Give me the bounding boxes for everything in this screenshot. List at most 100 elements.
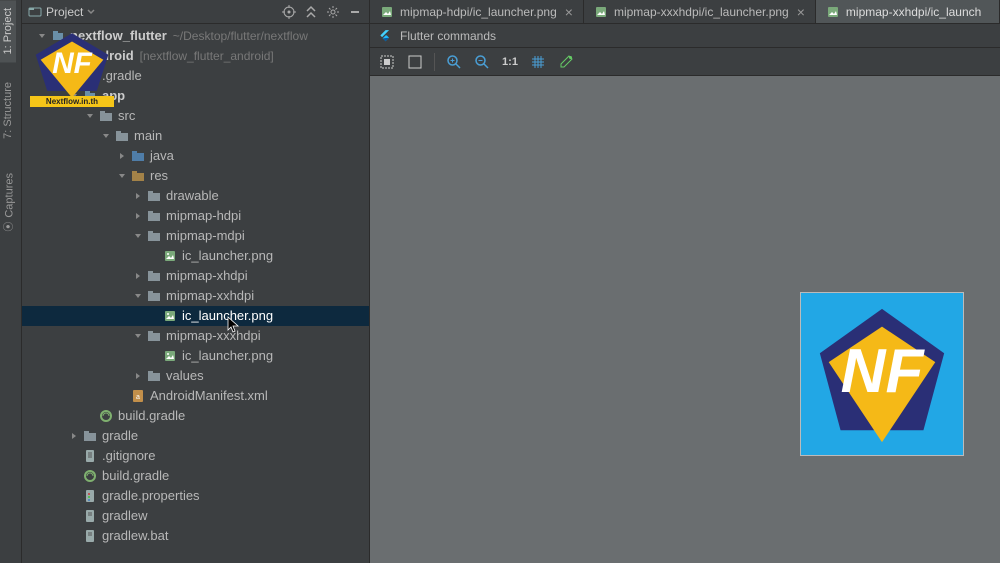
actual-size-icon[interactable]: 1:1 xyxy=(501,53,519,71)
tree-mipmap-xhdpi[interactable]: mipmap-xhdpi xyxy=(22,266,369,286)
structure-tool-tab[interactable]: 7: Structure xyxy=(0,74,16,147)
svg-text:NF: NF xyxy=(52,47,92,80)
tree-file-ic3[interactable]: ic_launcher.png xyxy=(22,346,369,366)
gear-icon[interactable] xyxy=(325,4,341,20)
tree-gradlew[interactable]: gradlew xyxy=(22,506,369,526)
chevron-right-icon xyxy=(132,210,144,222)
tree-gitignore[interactable]: .gitignore xyxy=(22,446,369,466)
tree-mipmap-hdpi[interactable]: mipmap-hdpi xyxy=(22,206,369,226)
tree-label: .gitignore xyxy=(102,446,155,466)
panel-title-text: Project xyxy=(46,5,83,19)
tree-java[interactable]: java xyxy=(22,146,369,166)
watermark-caption: Nextflow.in.th xyxy=(30,96,114,107)
folder-icon xyxy=(146,328,162,344)
tree-mipmap-mdpi[interactable]: mipmap-mdpi xyxy=(22,226,369,246)
chevron-down-icon xyxy=(84,110,96,122)
zoom-in-icon[interactable] xyxy=(445,53,463,71)
grid-icon[interactable] xyxy=(529,53,547,71)
svg-text:a: a xyxy=(136,394,140,401)
tree-gradle-properties[interactable]: gradle.properties xyxy=(22,486,369,506)
chevron-right-icon xyxy=(132,190,144,202)
tree-build-gradle-app[interactable]: build.gradle xyxy=(22,406,369,426)
camera-icon: ⦿ xyxy=(2,222,17,232)
tree-main[interactable]: main xyxy=(22,126,369,146)
tree-label: gradle xyxy=(102,426,138,446)
select-bounds-icon[interactable] xyxy=(378,53,396,71)
tree-label: gradlew xyxy=(102,506,148,526)
gradle-file-icon xyxy=(98,408,114,424)
tree-hint: ~/Desktop/flutter/nextflow xyxy=(173,26,308,46)
tree-values[interactable]: values xyxy=(22,366,369,386)
tree-gradlew-bat[interactable]: gradlew.bat xyxy=(22,526,369,546)
tree-label: drawable xyxy=(166,186,219,206)
tree-label: mipmap-xhdpi xyxy=(166,266,248,286)
resource-folder-icon xyxy=(130,168,146,184)
folder-icon xyxy=(146,368,162,384)
tab-label: mipmap-xxhdpi/ic_launch xyxy=(846,5,981,19)
text-file-icon xyxy=(82,528,98,544)
image-file-icon xyxy=(826,5,840,19)
tool-window-stripe: 1: Project 7: Structure ⦿ Captures xyxy=(0,0,22,563)
text-file-icon xyxy=(82,448,98,464)
captures-tool-tab[interactable]: ⦿ Captures xyxy=(0,165,19,240)
editor-tab-3-active[interactable]: mipmap-xxhdpi/ic_launch xyxy=(816,0,1000,23)
tree-mipmap-xxxhdpi[interactable]: mipmap-xxxhdpi xyxy=(22,326,369,346)
tree-label: mipmap-hdpi xyxy=(166,206,241,226)
tree-manifest[interactable]: a AndroidManifest.xml xyxy=(22,386,369,406)
folder-icon xyxy=(146,208,162,224)
folder-icon xyxy=(82,428,98,444)
folder-icon xyxy=(146,288,162,304)
source-folder-icon xyxy=(130,148,146,164)
gradle-file-icon xyxy=(82,468,98,484)
watermark-logo: NF Nextflow.in.th xyxy=(30,30,114,107)
tree-label: mipmap-xxhdpi xyxy=(166,286,254,306)
tab-label: 7: Structure xyxy=(2,82,14,139)
tree-drawable[interactable]: drawable xyxy=(22,186,369,206)
close-icon[interactable]: × xyxy=(565,5,573,19)
chevron-down-icon xyxy=(132,230,144,242)
select-all-icon[interactable] xyxy=(406,53,424,71)
image-file-icon xyxy=(380,5,394,19)
close-icon[interactable]: × xyxy=(797,5,805,19)
properties-file-icon xyxy=(82,488,98,504)
tree-label: values xyxy=(166,366,204,386)
chevron-right-icon xyxy=(68,430,80,442)
image-file-icon xyxy=(162,248,178,264)
flutter-commands-bar: Flutter commands xyxy=(370,24,1000,48)
tab-label: 1: Project xyxy=(2,8,14,54)
project-panel-header: Project xyxy=(22,0,369,24)
hide-icon[interactable] xyxy=(347,4,363,20)
commands-label: Flutter commands xyxy=(400,29,496,43)
tree-file-ic2-selected[interactable]: ic_launcher.png xyxy=(22,306,369,326)
image-preview: NF xyxy=(800,292,964,456)
collapse-icon[interactable] xyxy=(303,4,319,20)
chevron-down-icon xyxy=(100,130,112,142)
image-file-icon xyxy=(162,348,178,364)
separator xyxy=(434,53,435,71)
tree-src[interactable]: src xyxy=(22,106,369,126)
chevron-down-icon xyxy=(116,170,128,182)
flutter-icon xyxy=(378,29,392,43)
editor-tab-2[interactable]: mipmap-xxxhdpi/ic_launcher.png × xyxy=(584,0,816,23)
tree-label: java xyxy=(150,146,174,166)
tree-res[interactable]: res xyxy=(22,166,369,186)
folder-icon xyxy=(146,188,162,204)
project-panel-title[interactable]: Project xyxy=(28,5,95,19)
tab-label: mipmap-xxxhdpi/ic_launcher.png xyxy=(614,5,789,19)
tree-mipmap-xxhdpi[interactable]: mipmap-xxhdpi xyxy=(22,286,369,306)
editor-tab-1[interactable]: mipmap-hdpi/ic_launcher.png × xyxy=(370,0,584,23)
image-canvas[interactable]: NF xyxy=(370,76,1000,563)
project-tool-tab[interactable]: 1: Project xyxy=(0,0,16,62)
tree-file-ic1[interactable]: ic_launcher.png xyxy=(22,246,369,266)
tree-label: gradle.properties xyxy=(102,486,200,506)
folder-icon xyxy=(98,108,114,124)
zoom-out-icon[interactable] xyxy=(473,53,491,71)
tree-gradle-root[interactable]: gradle xyxy=(22,426,369,446)
chevron-down-icon xyxy=(132,330,144,342)
tree-build-gradle-root[interactable]: build.gradle xyxy=(22,466,369,486)
tree-label: mipmap-mdpi xyxy=(166,226,245,246)
tree-label: src xyxy=(118,106,135,126)
tree-label: gradlew.bat xyxy=(102,526,169,546)
target-icon[interactable] xyxy=(281,4,297,20)
color-picker-icon[interactable] xyxy=(557,53,575,71)
